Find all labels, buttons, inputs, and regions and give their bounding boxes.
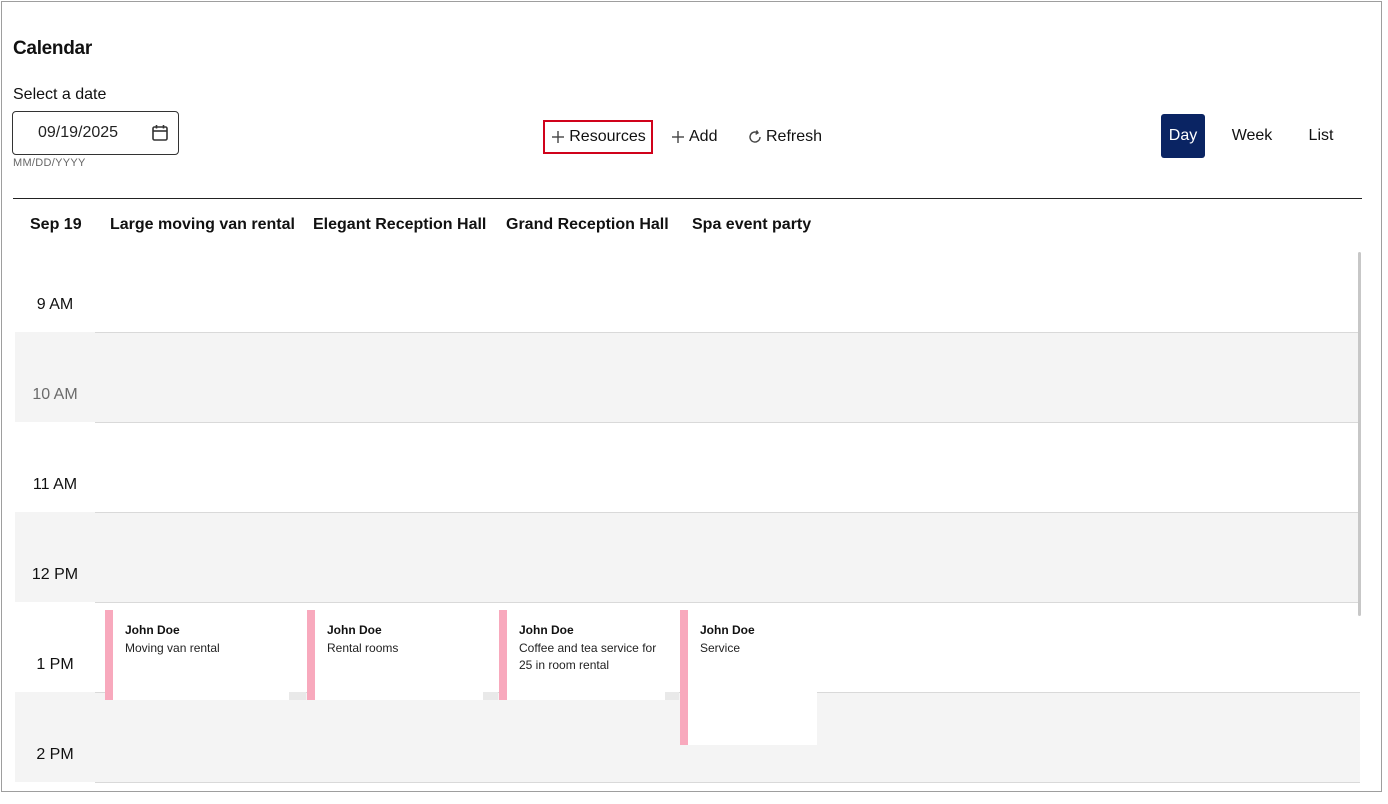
event-color-bar bbox=[499, 610, 507, 700]
view-list-button[interactable]: List bbox=[1297, 114, 1345, 158]
event-description: Service bbox=[700, 641, 741, 655]
event-customer: John Doe bbox=[700, 623, 755, 637]
hour-row[interactable] bbox=[15, 512, 1360, 602]
refresh-button[interactable]: Refresh bbox=[747, 120, 822, 154]
event-gap bbox=[483, 692, 498, 700]
view-week-button[interactable]: Week bbox=[1222, 114, 1282, 158]
calendar-icon[interactable] bbox=[151, 124, 169, 142]
hour-row[interactable] bbox=[15, 242, 1360, 332]
event-description: Rental rooms bbox=[327, 641, 399, 655]
hour-label: 11 AM bbox=[32, 476, 78, 493]
refresh-icon bbox=[749, 130, 761, 143]
hour-label: 2 PM bbox=[36, 746, 74, 763]
resources-button[interactable]: Resources bbox=[543, 120, 653, 154]
scrollbar[interactable] bbox=[1358, 252, 1361, 616]
event-color-bar bbox=[307, 610, 315, 700]
calendar-event[interactable]: John Doe Coffee and tea service for 25 i… bbox=[499, 610, 665, 700]
plus-icon bbox=[672, 131, 684, 143]
event-color-bar bbox=[680, 610, 688, 745]
resource-column-header: Grand Reception Hall bbox=[506, 216, 669, 233]
refresh-button-label: Refresh bbox=[766, 128, 823, 145]
hour-label: 12 PM bbox=[31, 566, 79, 583]
resource-column-header: Spa event party bbox=[692, 216, 812, 233]
resource-column-header: Large moving van rental bbox=[110, 216, 295, 233]
event-color-bar bbox=[105, 610, 113, 700]
event-gap bbox=[665, 692, 679, 700]
hour-divider bbox=[95, 602, 1360, 603]
calendar-event[interactable]: John Doe Service bbox=[680, 610, 817, 745]
date-input[interactable]: 09/19/2025 bbox=[12, 111, 179, 155]
calendar-event[interactable]: John Doe Rental rooms bbox=[307, 610, 483, 700]
event-description: Moving van rental bbox=[125, 641, 220, 655]
resources-button-label: Resources bbox=[569, 128, 646, 145]
resource-column-header: Elegant Reception Hall bbox=[313, 216, 487, 233]
event-gap bbox=[289, 692, 306, 700]
date-column-header: Sep 19 bbox=[30, 216, 82, 233]
header-divider bbox=[13, 198, 1362, 199]
event-customer: John Doe bbox=[519, 623, 574, 637]
add-button[interactable]: Add bbox=[670, 120, 717, 154]
event-customer: John Doe bbox=[327, 623, 382, 637]
calendar-window: Calendar Select a date 09/19/2025 MM/DD/… bbox=[1, 1, 1382, 792]
hour-divider bbox=[95, 512, 1360, 513]
date-format-hint: MM/DD/YYYY bbox=[13, 157, 86, 169]
hour-label: 9 AM bbox=[36, 296, 74, 313]
view-day-button[interactable]: Day bbox=[1161, 114, 1205, 158]
hour-divider bbox=[95, 332, 1360, 333]
add-button-label: Add bbox=[689, 128, 718, 145]
event-description: Coffee and tea service for 25 in room re… bbox=[519, 641, 657, 672]
event-customer: John Doe bbox=[125, 623, 180, 637]
hour-row[interactable] bbox=[15, 422, 1360, 512]
hour-label: 1 PM bbox=[36, 656, 74, 673]
page-title: Calendar bbox=[13, 38, 92, 59]
hour-row[interactable] bbox=[15, 332, 1360, 422]
calendar-event[interactable]: John Doe Moving van rental bbox=[105, 610, 289, 700]
hour-label: 10 AM bbox=[32, 386, 78, 403]
plus-icon bbox=[552, 131, 565, 143]
hour-divider bbox=[95, 782, 1360, 783]
hour-divider bbox=[95, 422, 1360, 423]
date-input-value[interactable]: 09/19/2025 bbox=[38, 124, 118, 142]
date-field-label: Select a date bbox=[13, 86, 107, 103]
